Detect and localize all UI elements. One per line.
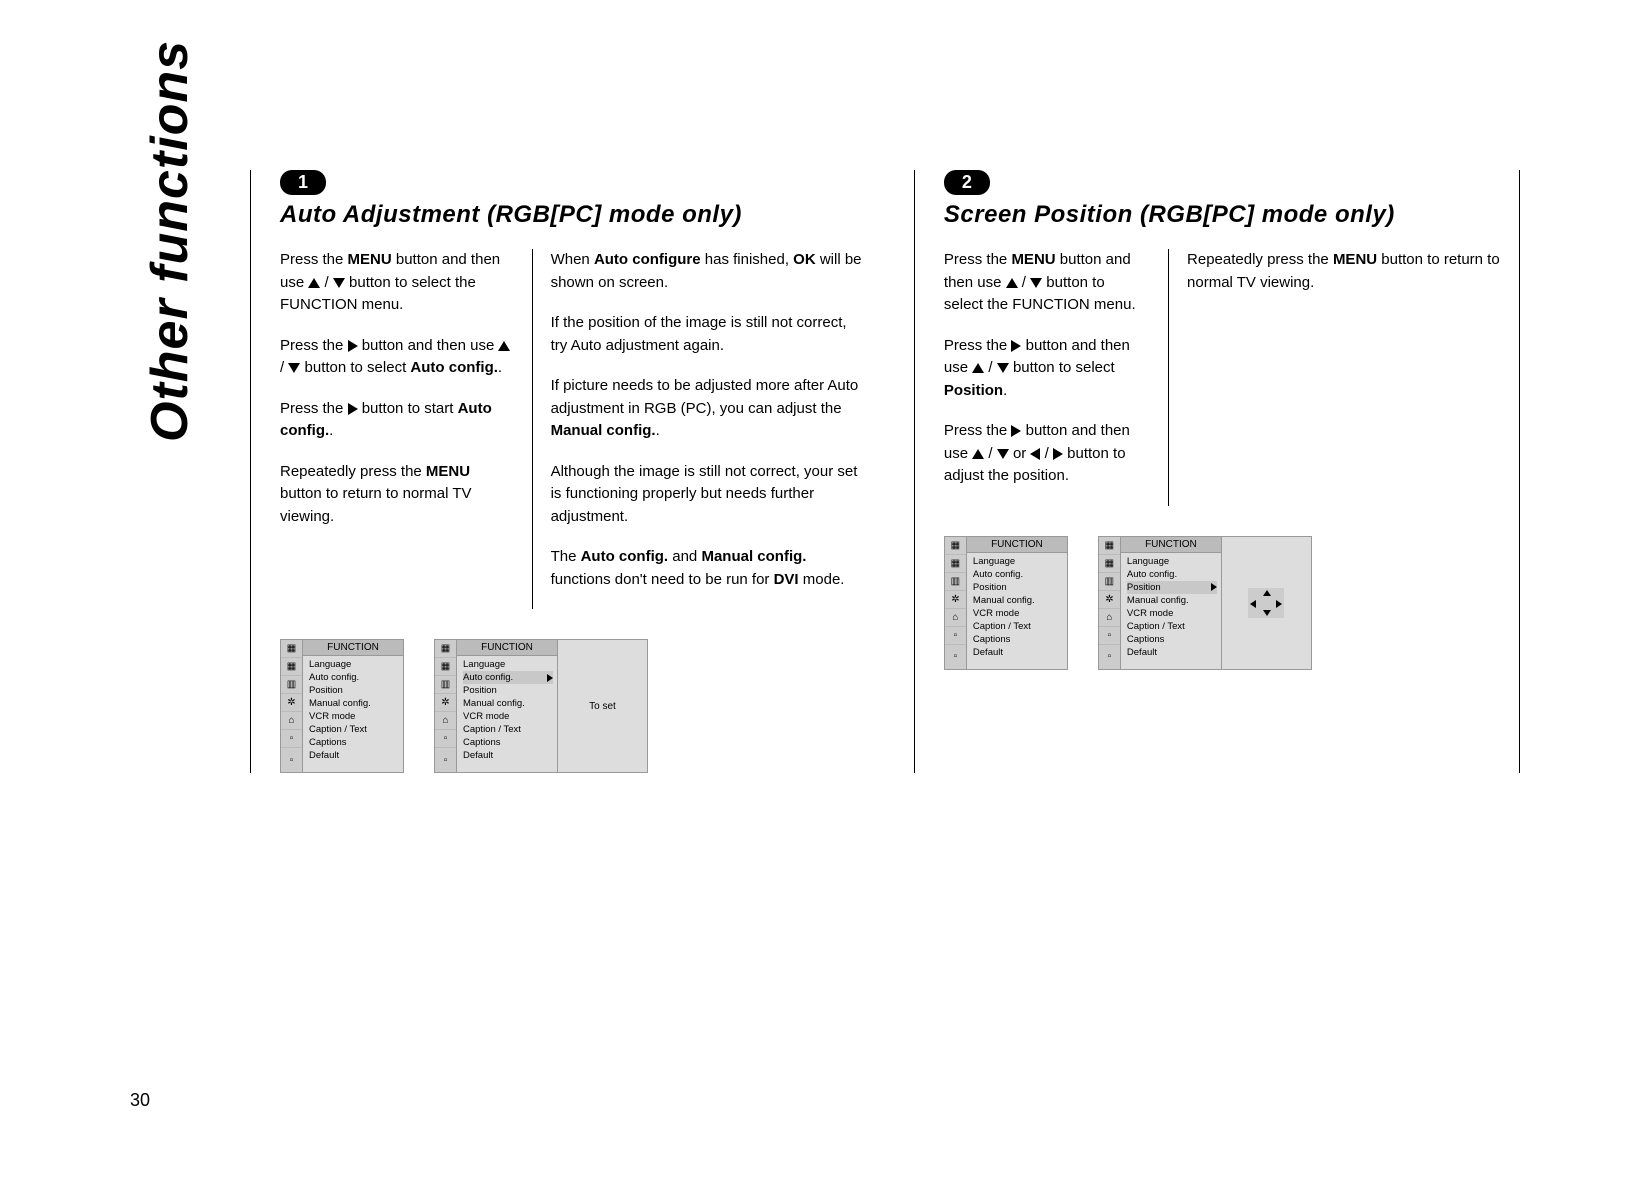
osd-screenshot-2b: ▦▦▥✲⌂▫▫ FUNCTION Language Auto config. P… <box>1098 536 1312 670</box>
osd-item: Default <box>309 749 399 762</box>
osd-item: Captions <box>973 633 1063 646</box>
s2-r1: Repeatedly press the MENU button to retu… <box>1187 249 1500 294</box>
right-icon <box>348 340 358 352</box>
osd-header: FUNCTION <box>967 537 1067 553</box>
section2-col-right: Repeatedly press the MENU button to retu… <box>1168 249 1500 506</box>
right-icon <box>1011 340 1021 352</box>
osd-item: Caption / Text <box>1127 620 1217 633</box>
up-icon <box>1006 278 1018 288</box>
osd-screenshot-2a: ▦▦▥✲⌂▫▫ FUNCTION Language Auto config. P… <box>944 536 1068 670</box>
page: Other functions 1 Auto Adjustment (RGB[P… <box>130 40 1510 1060</box>
osd-panel-toset: To set <box>557 640 647 772</box>
osd-item: Default <box>463 749 553 762</box>
osd-panel-dpad <box>1221 537 1311 669</box>
left-icon <box>1030 448 1040 460</box>
osd-item: Position <box>309 684 399 697</box>
content-area: 1 Auto Adjustment (RGB[PC] mode only) Pr… <box>220 40 1510 1060</box>
osd-screenshot-1b: ▦▦▥✲⌂▫▫ FUNCTION Language Auto config. P… <box>434 639 648 773</box>
osd-screenshot-1a: ▦▦▥✲⌂▫▫ FUNCTION Language Auto config. P… <box>280 639 404 773</box>
osd-icon-column: ▦▦▥✲⌂▫▫ <box>281 640 303 772</box>
osd-item: Caption / Text <box>309 723 399 736</box>
osd-header: FUNCTION <box>457 640 557 656</box>
section-auto-adjustment: 1 Auto Adjustment (RGB[PC] mode only) Pr… <box>280 170 884 773</box>
down-icon <box>333 278 345 288</box>
down-icon <box>997 363 1009 373</box>
osd-item: VCR mode <box>973 607 1063 620</box>
osd-item: Manual config. <box>973 594 1063 607</box>
osd-header: FUNCTION <box>303 640 403 656</box>
down-icon <box>1263 610 1271 616</box>
section-title-2: Screen Position (RGB[PC] mode only) <box>944 201 1500 229</box>
osd-item: Language <box>973 555 1063 568</box>
osd-item: Default <box>1127 646 1217 659</box>
osd-item: Captions <box>463 736 553 749</box>
s1-r5: The Auto config. and Manual config. func… <box>551 546 864 591</box>
step-badge-2: 2 <box>944 170 990 195</box>
osd-item-selected: Auto config. <box>463 671 553 684</box>
s2-p2: Press the button and then use / button t… <box>944 335 1148 403</box>
right-icon <box>348 403 358 415</box>
section1-col-left: Press the MENU button and then use / but… <box>280 249 512 609</box>
sidebar-title: Other functions <box>130 40 220 1060</box>
up-icon <box>972 449 984 459</box>
down-icon <box>1030 278 1042 288</box>
up-icon <box>1263 590 1271 596</box>
osd-item: VCR mode <box>1127 607 1217 620</box>
s1-r2: If the position of the image is still no… <box>551 312 864 357</box>
osd-item: Caption / Text <box>463 723 553 736</box>
osd-item: Captions <box>309 736 399 749</box>
osd-item: Language <box>1127 555 1217 568</box>
down-icon <box>997 449 1009 459</box>
s1-p1: Press the MENU button and then use / but… <box>280 249 512 317</box>
osd-item: Position <box>973 581 1063 594</box>
up-icon <box>972 363 984 373</box>
s1-r1: When Auto configure has finished, OK wil… <box>551 249 864 294</box>
page-number: 30 <box>130 1090 150 1111</box>
down-icon <box>288 363 300 373</box>
right-icon <box>547 674 553 682</box>
osd-item: Auto config. <box>973 568 1063 581</box>
osd-row-2: ▦▦▥✲⌂▫▫ FUNCTION Language Auto config. P… <box>944 536 1500 670</box>
osd-header: FUNCTION <box>1121 537 1221 553</box>
right-icon <box>1276 600 1282 608</box>
osd-item: Auto config. <box>309 671 399 684</box>
section-title-1: Auto Adjustment (RGB[PC] mode only) <box>280 201 864 229</box>
s1-p3: Press the button to start Auto config.. <box>280 398 512 443</box>
osd-item: Default <box>973 646 1063 659</box>
s1-p2: Press the button and then use / button t… <box>280 335 512 380</box>
section1-col-right: When Auto configure has finished, OK wil… <box>532 249 864 609</box>
osd-item: Caption / Text <box>973 620 1063 633</box>
osd-item: VCR mode <box>463 710 553 723</box>
dpad-icon <box>1248 588 1284 618</box>
osd-item: Manual config. <box>309 697 399 710</box>
s1-p4: Repeatedly press the MENU button to retu… <box>280 461 512 529</box>
osd-item: Captions <box>1127 633 1217 646</box>
osd-tab-icon: ▦ <box>281 640 302 658</box>
s2-p3: Press the button and then use / or / but… <box>944 420 1148 488</box>
osd-item: VCR mode <box>309 710 399 723</box>
s1-r3: If picture needs to be adjusted more aft… <box>551 375 864 443</box>
osd-menu: FUNCTION Language Auto config. Position … <box>303 640 403 772</box>
osd-item: Manual config. <box>1127 594 1217 607</box>
step-badge-1: 1 <box>280 170 326 195</box>
right-icon <box>1211 583 1217 591</box>
section-screen-position: 2 Screen Position (RGB[PC] mode only) Pr… <box>924 170 1510 773</box>
osd-item: Manual config. <box>463 697 553 710</box>
osd-item: Language <box>309 658 399 671</box>
s2-p1: Press the MENU button and then use / but… <box>944 249 1148 317</box>
up-icon <box>498 341 510 351</box>
right-icon <box>1053 448 1063 460</box>
osd-item: Position <box>463 684 553 697</box>
s1-r4: Although the image is still not correct,… <box>551 461 864 529</box>
left-icon <box>1250 600 1256 608</box>
up-icon <box>308 278 320 288</box>
section2-col-left: Press the MENU button and then use / but… <box>944 249 1148 506</box>
osd-row-1: ▦▦▥✲⌂▫▫ FUNCTION Language Auto config. P… <box>280 639 864 773</box>
osd-item: Language <box>463 658 553 671</box>
right-icon <box>1011 425 1021 437</box>
osd-item-selected: Position <box>1127 581 1217 594</box>
osd-item: Auto config. <box>1127 568 1217 581</box>
